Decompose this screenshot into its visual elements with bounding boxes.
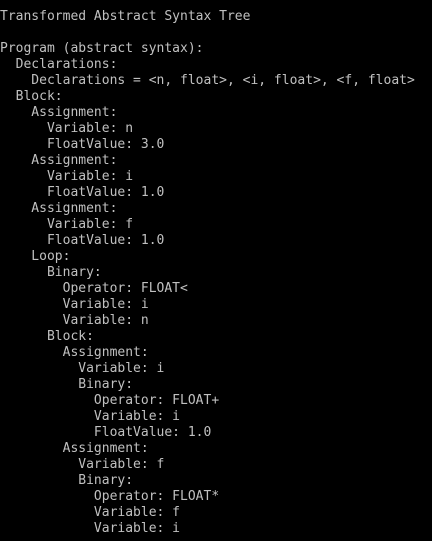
- ast-line: Operator: FLOAT+: [0, 393, 220, 408]
- ast-line: Variable: n: [0, 313, 149, 328]
- ast-line: Variable: i: [0, 297, 149, 312]
- ast-line: Variable: i: [0, 361, 165, 376]
- ast-line-declarations-header: Declarations:: [0, 57, 118, 72]
- ast-line: Variable: i: [0, 169, 134, 184]
- ast-line: Variable: i: [0, 409, 181, 424]
- ast-line: FloatValue: 1.0: [0, 233, 165, 248]
- ast-line: Binary:: [0, 377, 134, 392]
- console-output: Transformed Abstract Syntax Tree Program…: [0, 0, 432, 541]
- ast-line: Operator: FLOAT*: [0, 489, 220, 504]
- ast-line: Block:: [0, 329, 94, 344]
- ast-line: Variable: f: [0, 457, 165, 472]
- ast-line: Operator: FLOAT<: [0, 281, 188, 296]
- ast-line: Assignment:: [0, 153, 118, 168]
- ast-line: Variable: f: [0, 505, 181, 520]
- ast-line-block: Block:: [0, 89, 63, 104]
- ast-line: FloatValue: 1.0: [0, 425, 212, 440]
- ast-line-program: Program (abstract syntax):: [0, 41, 204, 56]
- ast-line: Assignment:: [0, 201, 118, 216]
- ast-line-declarations-list: Declarations = <n, float>, <i, float>, <…: [0, 73, 415, 88]
- ast-line: Assignment:: [0, 105, 118, 120]
- ast-line: Variable: f: [0, 217, 134, 232]
- ast-line: Variable: i: [0, 521, 181, 536]
- ast-line: Binary:: [0, 473, 134, 488]
- ast-line: FloatValue: 1.0: [0, 185, 165, 200]
- ast-line: Variable: n: [0, 121, 134, 136]
- ast-line-loop: Loop:: [0, 249, 71, 264]
- ast-line: Binary:: [0, 265, 102, 280]
- ast-line: FloatValue: 3.0: [0, 137, 165, 152]
- console-title: Transformed Abstract Syntax Tree: [0, 9, 251, 24]
- ast-line: Assignment:: [0, 345, 149, 360]
- ast-line: Assignment:: [0, 441, 149, 456]
